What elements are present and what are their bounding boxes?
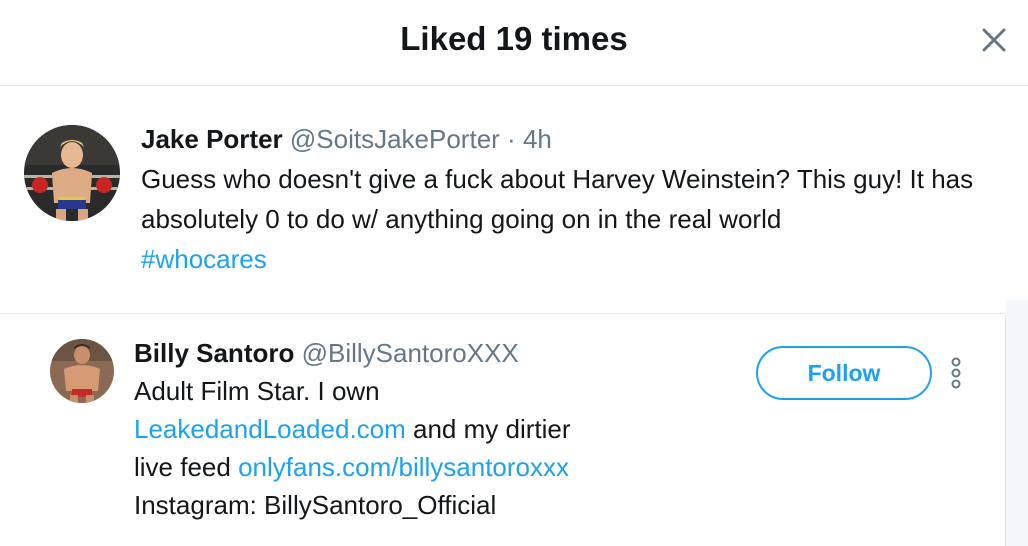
bio-link-onlyfans[interactable]: onlyfans.com/billysantoroxxx xyxy=(238,452,569,482)
separator-dot: · xyxy=(507,124,516,154)
tweet-text: Guess who doesn't give a fuck about Harv… xyxy=(141,159,1011,279)
follow-button[interactable]: Follow xyxy=(756,346,932,400)
bio-line: LeakedandLoaded.com and my dirtier xyxy=(134,410,694,448)
tweet-author-handle[interactable]: @SoitsJakePorter xyxy=(290,124,500,154)
hashtag-link[interactable]: #whocares xyxy=(141,244,267,274)
more-options-icon xyxy=(951,357,961,389)
tweet-header: Jake Porter @SoitsJakePorter · 4h xyxy=(141,124,552,155)
close-icon xyxy=(982,28,1006,52)
tweet-author-name[interactable]: Jake Porter xyxy=(141,124,283,154)
user-header: Billy Santoro @BillySantoroXXX xyxy=(134,338,519,369)
bio-line: Instagram: BillySantoro_Official xyxy=(134,490,497,520)
user-bio: Adult Film Star. I own LeakedandLoaded.c… xyxy=(134,372,694,524)
bio-link-leakedandloaded[interactable]: LeakedandLoaded.com xyxy=(134,414,406,444)
bio-line: live feed onlyfans.com/billysantoroxxx xyxy=(134,448,694,486)
close-button[interactable] xyxy=(976,22,1012,58)
user-list-item[interactable]: Billy Santoro @BillySantoroXXX Adult Fil… xyxy=(0,315,1006,546)
tweet-author-avatar[interactable] xyxy=(24,125,120,221)
bio-text: live feed xyxy=(134,452,239,482)
more-options-button[interactable] xyxy=(944,355,968,391)
user-avatar[interactable] xyxy=(50,339,114,403)
liked-tweet[interactable]: Jake Porter @SoitsJakePorter · 4h Guess … xyxy=(0,87,1028,314)
user-handle[interactable]: @BillySantoroXXX xyxy=(302,338,519,368)
bio-line: Adult Film Star. I own xyxy=(134,376,380,406)
modal-title: Liked 19 times xyxy=(400,20,628,57)
modal-header: Liked 19 times xyxy=(0,0,1028,86)
bio-text: and my dirtier xyxy=(405,414,571,444)
tweet-timestamp[interactable]: 4h xyxy=(523,124,552,154)
scrollbar-track[interactable] xyxy=(1006,300,1028,546)
liked-by-modal: Liked 19 times Jake Porter @SoitsJakePor… xyxy=(0,0,1028,546)
tweet-body: Guess who doesn't give a fuck about Harv… xyxy=(141,164,974,234)
user-name[interactable]: Billy Santoro xyxy=(134,338,294,368)
